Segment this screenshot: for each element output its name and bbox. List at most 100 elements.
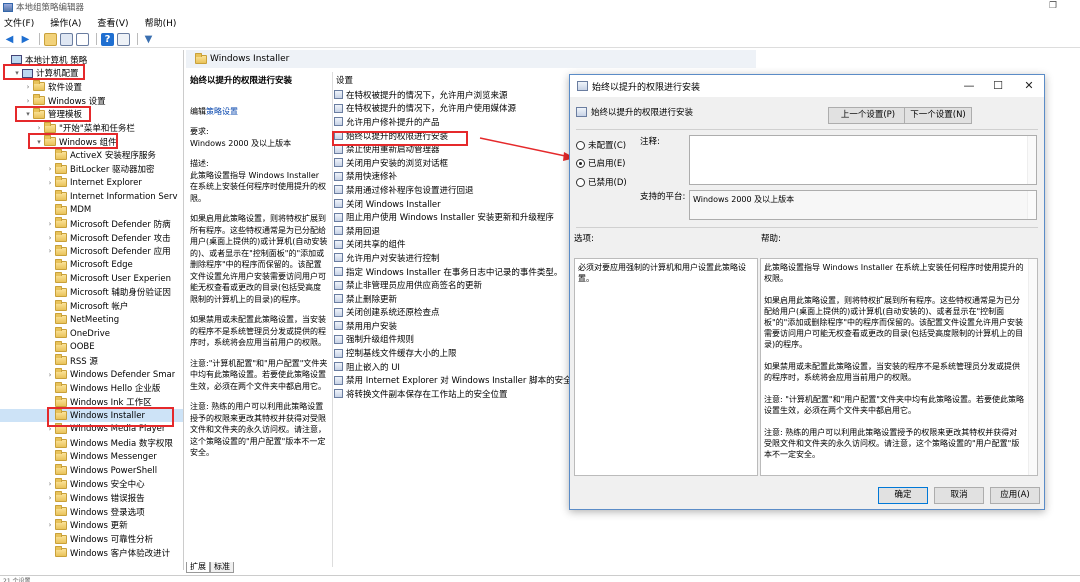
expand-arrow-icon[interactable]: › bbox=[35, 124, 43, 132]
filter-icon[interactable]: ▼ bbox=[142, 33, 155, 46]
back-icon[interactable]: ◀ bbox=[3, 33, 16, 46]
tree-item[interactable]: › Windows 安全中心 bbox=[0, 477, 183, 491]
expand-arrow-icon[interactable]: › bbox=[24, 97, 32, 105]
show-hide-tree-icon[interactable] bbox=[60, 32, 73, 46]
setting-row[interactable]: 禁用 Internet Explorer 对 Windows Installer… bbox=[334, 373, 574, 387]
tree-item[interactable]: › BitLocker 驱动器加密 bbox=[0, 162, 183, 176]
setting-row[interactable]: 阻止用户使用 Windows Installer 安装更新和升级程序 bbox=[334, 210, 574, 224]
dialog-heading-text: 始终以提升的权限进行安装 bbox=[591, 108, 694, 118]
radio-disabled[interactable]: 已禁用(D) bbox=[576, 176, 627, 188]
help-icon[interactable]: ? bbox=[101, 32, 114, 46]
setting-row[interactable]: 禁用快速修补 bbox=[334, 170, 574, 184]
setting-row[interactable]: 指定 Windows Installer 在事务日志中记录的事件类型。 bbox=[334, 265, 574, 279]
menu-file[interactable]: 文件(F) bbox=[4, 16, 34, 29]
tree-item[interactable]: Windows PowerShell bbox=[0, 464, 183, 477]
tree-item[interactable]: MDM bbox=[0, 203, 183, 217]
export-list-icon[interactable] bbox=[76, 32, 89, 46]
apply-button[interactable]: 应用(A) bbox=[990, 487, 1040, 504]
radio-enabled[interactable]: 已启用(E) bbox=[576, 157, 626, 169]
tree-item[interactable]: › Microsoft Defender 攻击 bbox=[0, 231, 183, 244]
setting-row[interactable]: 关闭 Windows Installer bbox=[334, 197, 574, 211]
tree-item[interactable]: OneDrive bbox=[0, 327, 183, 340]
tree-item[interactable]: Microsoft Edge bbox=[0, 258, 183, 272]
properties-icon[interactable] bbox=[117, 32, 130, 46]
radio-button[interactable] bbox=[576, 177, 585, 187]
setting-row[interactable]: 阻止嵌入的 UI bbox=[334, 360, 574, 374]
minimize-icon[interactable]: — bbox=[962, 79, 976, 93]
close-icon[interactable]: ✕ bbox=[1022, 79, 1036, 93]
folder-icon bbox=[55, 546, 67, 558]
tree-item[interactable]: Windows Media 数字权限 bbox=[0, 436, 183, 450]
setting-row[interactable]: 关闭用户安装的浏览对话框 bbox=[334, 156, 574, 170]
tree-item[interactable]: Microsoft User Experien bbox=[0, 272, 183, 285]
tree-item[interactable]: Windows Messenger bbox=[0, 450, 183, 463]
tree-item[interactable]: Windows 可靠性分析 bbox=[0, 532, 183, 546]
prev-setting-button[interactable]: 上一个设置(P) bbox=[828, 107, 908, 124]
tree-item[interactable]: Windows 客户体验改进计 bbox=[0, 546, 183, 559]
scrollbar[interactable] bbox=[1027, 191, 1036, 219]
tree-item[interactable]: Windows Hello 企业版 bbox=[0, 381, 183, 395]
setting-row[interactable]: 允许用户对安装进行控制 bbox=[334, 251, 574, 265]
expand-arrow-icon[interactable]: › bbox=[46, 480, 54, 488]
up-folder-icon[interactable] bbox=[44, 32, 57, 46]
maximize-icon[interactable]: ☐ bbox=[991, 79, 1005, 93]
setting-row[interactable]: 禁用回退 bbox=[334, 224, 574, 238]
setting-row[interactable]: 禁用用户安装 bbox=[334, 319, 574, 333]
setting-row[interactable]: 关闭创建系统还原检查点 bbox=[334, 306, 574, 320]
tree-item[interactable]: › Microsoft Defender 防病 bbox=[0, 217, 183, 230]
ok-button[interactable]: 确定 bbox=[878, 487, 928, 504]
expand-arrow-icon[interactable]: › bbox=[46, 234, 54, 242]
edit-policy-link[interactable]: 策略设置 bbox=[206, 107, 238, 116]
radio-not-configured[interactable]: 未配置(C) bbox=[576, 139, 626, 151]
expand-arrow-icon[interactable]: › bbox=[24, 83, 32, 91]
setting-row[interactable]: 禁止非管理员应用供应商签名的更新 bbox=[334, 278, 574, 292]
setting-row[interactable]: 控制基线文件缓存大小的上限 bbox=[334, 346, 574, 360]
menu-action[interactable]: 操作(A) bbox=[50, 16, 81, 29]
tree-item[interactable]: › Windows 错误报告 bbox=[0, 491, 183, 504]
expand-arrow-icon[interactable]: › bbox=[46, 220, 54, 228]
next-setting-button[interactable]: 下一个设置(N) bbox=[904, 107, 972, 124]
tree-item[interactable]: › Windows Defender Smar bbox=[0, 368, 183, 381]
setting-row[interactable]: 禁止删除更新 bbox=[334, 292, 574, 306]
menu-help[interactable]: 帮助(H) bbox=[145, 16, 177, 29]
setting-row[interactable]: 在特权被提升的情况下，允许用户使用媒体源 bbox=[334, 102, 574, 116]
expand-arrow-icon[interactable]: › bbox=[46, 494, 54, 502]
cancel-button[interactable]: 取消 bbox=[934, 487, 984, 504]
expand-arrow-icon[interactable]: › bbox=[46, 371, 54, 379]
tree-item[interactable]: ActiveX 安装程序服务 bbox=[0, 148, 183, 162]
folder-icon bbox=[55, 354, 67, 366]
tree-item[interactable]: › Internet Explorer bbox=[0, 176, 183, 189]
tree-item[interactable]: RSS 源 bbox=[0, 354, 183, 367]
setting-label: 允许用户对安装进行控制 bbox=[346, 253, 440, 264]
scrollbar[interactable] bbox=[1028, 259, 1037, 475]
setting-row[interactable]: 允许用户修补提升的产品 bbox=[334, 115, 574, 129]
options-label: 选项: bbox=[574, 234, 594, 244]
tree-item[interactable]: Internet Information Serv bbox=[0, 190, 183, 203]
setting-row[interactable]: 禁用通过修补程序包设置进行回退 bbox=[334, 183, 574, 197]
expand-arrow-icon[interactable]: › bbox=[46, 521, 54, 529]
tree-item[interactable]: › Windows 更新 bbox=[0, 518, 183, 532]
setting-row[interactable]: 在特权被提升的情况下，允许用户浏览来源 bbox=[334, 88, 574, 102]
radio-button[interactable] bbox=[576, 158, 585, 168]
scrollbar[interactable] bbox=[1027, 136, 1036, 184]
tab-standard[interactable]: 标准 bbox=[210, 562, 234, 573]
setting-row[interactable]: 强制升级组件规则 bbox=[334, 333, 574, 347]
comment-textarea[interactable] bbox=[689, 135, 1037, 185]
tree-item[interactable]: › 软件设置 bbox=[0, 80, 183, 93]
tree-item[interactable]: OOBE bbox=[0, 340, 183, 354]
restore-icon[interactable]: ❐ bbox=[1047, 1, 1059, 13]
setting-row[interactable]: 将转换文件副本保存在工作站上的安全位置 bbox=[334, 387, 574, 401]
setting-row[interactable]: 关闭共享的组件 bbox=[334, 238, 574, 252]
tree-item[interactable]: › Microsoft Defender 应用 bbox=[0, 244, 183, 258]
expand-arrow-icon[interactable]: › bbox=[46, 179, 54, 187]
tree-item[interactable]: NetMeeting bbox=[0, 313, 183, 326]
expand-arrow-icon[interactable]: › bbox=[46, 247, 54, 255]
tree-item[interactable]: Microsoft 帐户 bbox=[0, 299, 183, 313]
tab-extended[interactable]: 扩展 bbox=[186, 562, 210, 573]
menu-view[interactable]: 查看(V) bbox=[97, 16, 128, 29]
tree-item[interactable]: Windows 登录选项 bbox=[0, 505, 183, 518]
forward-icon[interactable]: ▶ bbox=[19, 33, 32, 46]
expand-arrow-icon[interactable]: › bbox=[46, 165, 54, 173]
tree-item[interactable]: Microsoft 辅助身份验证因 bbox=[0, 285, 183, 299]
radio-button[interactable] bbox=[576, 140, 585, 150]
